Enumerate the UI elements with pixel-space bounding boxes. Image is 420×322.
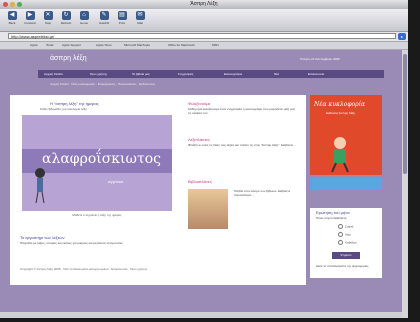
workshop-text: Παιχνίδια με λέξεις, ιστορίες και εικόνε… (20, 241, 124, 245)
section-title[interactable]: Λεξιπλάστες (188, 137, 210, 142)
home-icon: ⌂ (79, 11, 89, 20)
site-menu: Αρχική Σελίδα Όροι χρήσης Τα βιβλία μας … (38, 70, 384, 78)
refresh-icon: ↻ (61, 11, 71, 20)
menu-item[interactable]: Επικοινωνία (308, 70, 324, 78)
poll-option[interactable]: Λίγο (338, 232, 351, 237)
header-date: Τετάρτη 21 Σεπτεμβρίου 2005 (300, 57, 340, 61)
poll-header: Ερώτηση του μήνα (316, 210, 350, 215)
new-release-banner[interactable]: Νέα κυκλοφορία Εκδόσεις Άσπρη Λέξη (310, 95, 382, 175)
address-bar: http://www.aspreleksi.gr/ ▸ (0, 32, 408, 42)
promo-strip[interactable] (310, 178, 382, 190)
title-bar: Άσπρη Λέξη (0, 0, 408, 9)
feature-caption[interactable]: Μάθετε τι σημαίνει η λέξη της ημέρας (22, 213, 172, 217)
menu-item[interactable]: Εικονογράφοι (224, 70, 242, 78)
menu-item[interactable]: Όροι χρήσης (90, 70, 107, 78)
stop-button[interactable]: ✕ Stop (40, 11, 56, 29)
word-of-day-panel[interactable]: αλαφροΐσκιωτος αγγελικα (22, 115, 172, 211)
bookmark-link[interactable]: Apple Support (62, 42, 81, 49)
browser-window: Άσπρη Λέξη ◀ Back ▶ Forward ✕ Stop ↻ Refresh… (0, 0, 408, 318)
window-title: Άσπρη Λέξη (190, 1, 218, 7)
refresh-button[interactable]: ↻ Refresh (58, 11, 74, 29)
feature-title: Η "άσπρη λέξη" της ημέρας (50, 101, 99, 106)
poll-option[interactable]: Καθόλου (338, 240, 357, 245)
section-text: Φτιάξτε κι εσείς τις δικές σας λέξεις κα… (188, 143, 296, 147)
scroll-thumb[interactable] (403, 54, 407, 174)
autofill-button[interactable]: ✎ AutoFill (96, 11, 112, 29)
poll-results-link[interactable]: Δείτε τα αποτελέσματα της ψηφοφορίας (316, 264, 376, 268)
forward-arrow-icon: ▶ (25, 11, 35, 20)
web-page: άσπρη λέξη Τετάρτη 21 Σεπτεμβρίου 2005 Α… (0, 50, 408, 318)
home-button[interactable]: ⌂ Home (76, 11, 92, 29)
bookmark-link[interactable]: Microsoft MacTopia (124, 42, 150, 49)
print-icon: ▤ (117, 11, 127, 20)
vertical-scrollbar[interactable] (402, 50, 408, 318)
go-button[interactable]: ▸ (398, 33, 406, 40)
section-title[interactable]: Φιλοξενούμε (188, 101, 210, 106)
menu-item[interactable]: Τα βιβλία μας (132, 70, 150, 78)
child-illustration-icon (331, 137, 349, 173)
section-title[interactable]: Βιβλιοπλάνες (188, 179, 212, 184)
stop-icon: ✕ (43, 11, 53, 20)
feature-subtitle: Κάθε εβδομάδα, μια καινούρια λέξη (40, 107, 87, 111)
browser-toolbar: ◀ Back ▶ Forward ✕ Stop ↻ Refresh ⌂ Home ✎ Aut… (0, 9, 408, 32)
poll-option[interactable]: Συχνά (338, 224, 353, 229)
vote-button[interactable]: Ψηφίστε (332, 252, 360, 259)
bookmark-link[interactable]: iTools (46, 42, 54, 49)
main-content: Η "άσπρη λέξη" της ημέρας Κάθε εβδομάδα,… (10, 95, 306, 285)
url-field[interactable]: http://www.aspreleksi.gr/ (8, 33, 396, 39)
mail-icon: ✉ (135, 11, 145, 20)
bookmarks-bar: Apple iTools Apple Support Apple Store M… (0, 42, 408, 50)
word-author: αγγελικα (108, 179, 124, 184)
forward-button[interactable]: ▶ Forward (22, 11, 38, 29)
workshop-title[interactable]: Το εργαστήρι των λέξεων (20, 235, 65, 240)
word-of-day: αλαφροΐσκιωτος (42, 151, 161, 167)
bookmark-link[interactable]: Apple Store (96, 42, 112, 49)
sub-navigation[interactable]: Αρχική Σελίδα · Νέες κυκλοφορίες · Επερχ… (50, 82, 380, 87)
site-logo[interactable]: άσπρη λέξη (50, 55, 87, 62)
poll-box: Ερώτηση του μήνα Πόσο συχνά διαβάζετε; Σ… (310, 208, 382, 278)
page-footer: Copyright © Άσπρη Λέξη 2005 · Όλα τα δικ… (20, 267, 148, 271)
bookmark-link[interactable]: Apple (30, 42, 38, 49)
poll-question: Πόσο συχνά διαβάζετε; (316, 216, 347, 220)
banner-title: Νέα κυκλοφορία (314, 101, 366, 108)
menu-item[interactable]: Συγγραφείς (178, 70, 193, 78)
menu-item[interactable]: Νέα (274, 70, 279, 78)
section-text: Ταξίδια στον κόσμο των βιβλίων. Διαβάστε… (234, 189, 291, 197)
mail-button[interactable]: ✉ Mail (132, 11, 148, 29)
autofill-icon: ✎ (99, 11, 109, 20)
print-button[interactable]: ▤ Print (114, 11, 130, 29)
banner-subtitle: Εκδόσεις Άσπρη Λέξη (326, 111, 356, 115)
bookmark-link[interactable]: MSN (212, 42, 219, 49)
menu-item[interactable]: Αρχική Σελίδα (44, 70, 63, 78)
girl-illustration-icon (35, 168, 45, 204)
book-thumbnail[interactable] (188, 189, 228, 229)
back-arrow-icon: ◀ (7, 11, 17, 20)
status-bar (0, 312, 402, 318)
section-text: Κάθε μήνα φιλοξενούμε έναν συγγραφέα ή ε… (188, 107, 295, 115)
back-button[interactable]: ◀ Back (4, 11, 20, 29)
bookmark-link[interactable]: Office for Macintosh (168, 42, 195, 49)
